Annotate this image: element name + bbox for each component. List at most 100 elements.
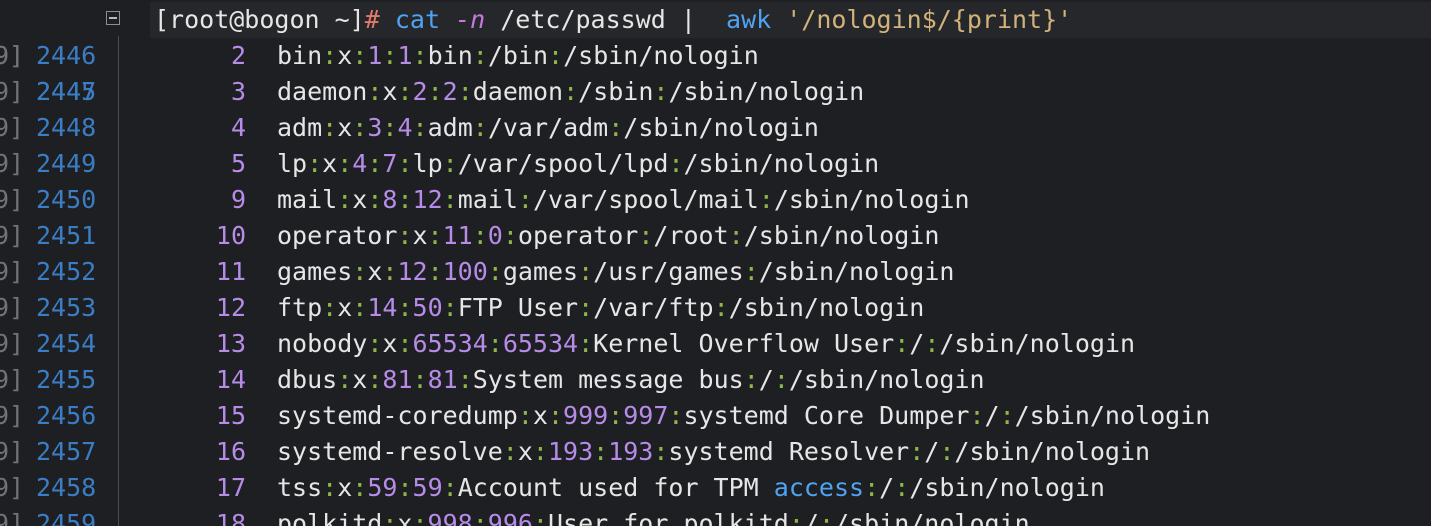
passwd-field: /sbin/nologin [834, 509, 1030, 526]
field-separator: : [382, 113, 398, 142]
output-line[interactable]: 9] 2459 18 polkitd:x:998:996:User for polki… [0, 506, 1431, 526]
output-code-area: 15 systemd-coredump:x:999:997:systemd Cor… [150, 398, 1431, 434]
output-line[interactable]: 9] 2447 3 daemon:x:2:2:daemon:/sbin:/sbin/n… [0, 74, 1431, 110]
field-separator: : [367, 77, 383, 106]
cat-line-number: 18 [215, 509, 246, 526]
passwd-entry: dbus:x:81:81:System message bus:/:/sbin/… [277, 362, 985, 398]
gutter-line-number: 2453 [36, 293, 97, 322]
passwd-entry: lp:x:4:7:lp:/var/spool/lpd:/sbin/nologin [277, 146, 879, 182]
passwd-field: 81 [382, 365, 413, 394]
field-separator: : [547, 401, 564, 430]
output-line[interactable]: 9] 2449 5 lp:x:4:7:lp:/var/spool/lpd:/sbin/… [0, 146, 1431, 182]
command-flag: -n [455, 5, 486, 34]
passwd-field: /sbin/nologin [1014, 401, 1211, 430]
passwd-field: x [352, 365, 368, 394]
field-separator: : [322, 41, 338, 70]
field-separator: : [487, 257, 503, 286]
passwd-field: 1 [367, 41, 383, 70]
terminal-editor: 9] 2445 [root@bogon ~]# cat -n /etc/pass… [0, 0, 1431, 526]
passwd-field: ftp [277, 293, 323, 322]
output-line[interactable]: 9] 2453 12 ftp:x:14:50:FTP User:/var/ftp:/s… [0, 290, 1431, 326]
output-code-area: 9 mail:x:8:12:mail:/var/spool/mail:/sbin/… [150, 182, 1431, 218]
passwd-field: Kernel Overflow User [593, 329, 895, 358]
passwd-field: x [517, 437, 533, 466]
passwd-field: /root [653, 221, 729, 250]
passwd-field: 65534 [502, 329, 579, 358]
output-line[interactable]: 9] 2456 15 systemd-coredump:x:999:997:syste… [0, 398, 1431, 434]
passwd-field: 3 [367, 113, 383, 142]
output-line[interactable]: 9] 2446 2 bin:x:1:1:bin:/bin:/sbin/nologin [0, 38, 1431, 74]
passwd-field: mail [457, 185, 518, 214]
field-separator: : [487, 329, 503, 358]
field-separator: : [367, 329, 383, 358]
output-line[interactable]: 9] 2457 16 systemd-resolve:x:193:193:system… [0, 434, 1431, 470]
field-separator: : [608, 113, 624, 142]
output-code-area: 13 nobody:x:65534:65534:Kernel Overflow U… [150, 326, 1431, 362]
passwd-field: dbus [277, 365, 338, 394]
field-separator: : [472, 41, 488, 70]
passwd-field: x [397, 509, 413, 526]
passwd-entry: ftp:x:14:50:FTP User:/var/ftp:/sbin/nolo… [277, 290, 924, 326]
field-separator: : [502, 437, 518, 466]
output-line[interactable]: 9] 2452 11 games:x:12:100:games:/usr/games:… [0, 254, 1431, 290]
gutter-line-number: 2458 [36, 473, 97, 502]
field-separator: : [578, 257, 594, 286]
passwd-entry: operator:x:11:0:operator:/root:/sbin/nol… [277, 218, 939, 254]
command-awk: awk [726, 5, 772, 34]
field-separator: : [412, 365, 428, 394]
field-separator: : [457, 365, 473, 394]
field-separator: : [427, 221, 443, 250]
field-separator: : [517, 185, 533, 214]
cat-line-number: 15 [215, 401, 246, 430]
gutter-line-number: 2451 [36, 221, 97, 250]
field-separator: : [367, 365, 383, 394]
passwd-field: /sbin/nologin [909, 473, 1105, 502]
passwd-field: games [502, 257, 579, 286]
field-separator: : [773, 365, 789, 394]
passwd-field: 50 [412, 293, 443, 322]
gutter-line-number: 2448 [36, 113, 97, 142]
passwd-field: /sbin/nologin [563, 41, 759, 70]
output-line[interactable]: 9] 2455 14 dbus:x:81:81:System message bus:… [0, 362, 1431, 398]
gutter-line-number: 2457 [36, 437, 97, 466]
passwd-field: 1 [397, 41, 413, 70]
left-cut-marker: 9] [0, 185, 25, 214]
passwd-field: /sbin/nologin [728, 293, 925, 322]
field-separator: : [412, 509, 428, 526]
field-separator: : [608, 401, 624, 430]
passwd-field: daemon [277, 77, 368, 106]
cat-line-number: 9 [230, 185, 246, 214]
cat-line-number: 14 [215, 365, 246, 394]
passwd-field: bin [427, 41, 473, 70]
passwd-field: / [758, 365, 774, 394]
fold-collapse-icon[interactable] [106, 11, 120, 25]
passwd-field: mail [277, 185, 338, 214]
command-text[interactable]: [root@bogon ~]# cat -n /etc/passwd | awk… [154, 2, 1072, 38]
field-separator: : [307, 149, 323, 178]
output-line[interactable]: 9] 2458 17 tss:x:59:59:Account used for TPM… [0, 470, 1431, 506]
passwd-field: /sbin/nologin [758, 257, 955, 286]
output-line[interactable]: 9] 2451 10 operator:x:11:0:operator:/root:/… [0, 218, 1431, 254]
field-separator: : [412, 41, 428, 70]
passwd-entry: bin:x:1:1:bin:/bin:/sbin/nologin [277, 38, 759, 74]
field-separator: : [352, 257, 368, 286]
cat-line-number: 11 [215, 257, 246, 286]
output-line[interactable]: 9] 2448 4 adm:x:3:4:adm:/var/adm:/sbin/nolo… [0, 110, 1431, 146]
field-separator: : [472, 221, 488, 250]
output-code-area: 4 adm:x:3:4:adm:/var/adm:/sbin/nologin [150, 110, 1431, 146]
field-separator: : [382, 257, 398, 286]
field-separator: : [894, 329, 910, 358]
output-line[interactable]: 9] 2454 13 nobody:x:65534:65534:Kernel Over… [0, 326, 1431, 362]
field-separator: : [472, 113, 488, 142]
passwd-field: 998 [427, 509, 473, 526]
passwd-field: /sbin/nologin [668, 77, 865, 106]
passwd-field: 997 [623, 401, 669, 430]
output-line[interactable]: 9] 2450 9 mail:x:8:12:mail:/var/spool/mail:… [0, 182, 1431, 218]
passwd-field: x [367, 257, 383, 286]
field-separator: : [337, 365, 353, 394]
command-line[interactable]: 9] 2445 [root@bogon ~]# cat -n /etc/pass… [0, 2, 1431, 106]
passwd-field: 59 [367, 473, 398, 502]
field-separator: : [924, 329, 940, 358]
field-separator: : [578, 293, 594, 322]
passwd-field: x [352, 185, 368, 214]
